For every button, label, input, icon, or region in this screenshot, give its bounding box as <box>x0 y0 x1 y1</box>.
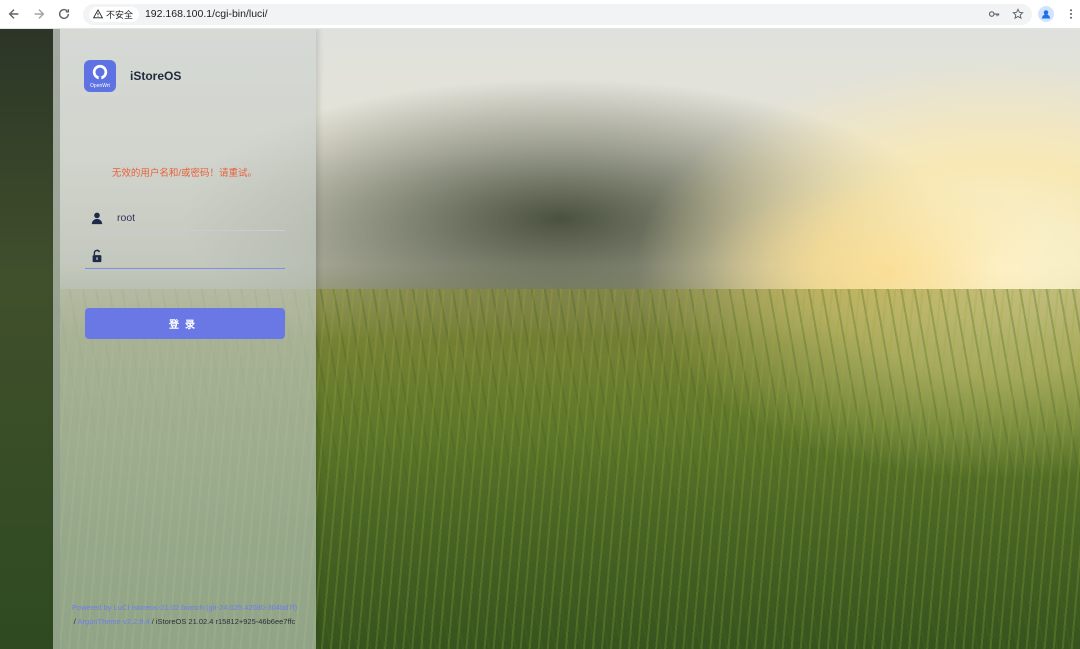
footer-version: / iStoreOS 21.02.4 r15812+925-46b6ee7ffc <box>149 617 296 626</box>
background-left-foliage <box>0 29 60 649</box>
arrow-right-icon <box>34 9 45 19</box>
security-indicator[interactable]: 不安全 <box>88 6 139 22</box>
user-icon <box>85 211 109 225</box>
profile-icon <box>1041 10 1051 19</box>
brand-name: iStoreOS <box>130 69 182 83</box>
back-button[interactable] <box>3 3 25 25</box>
reload-icon <box>58 8 70 20</box>
login-panel: OpenWrt iStoreOS 无效的用户名和/或密码！请重试。 登录 Pow… <box>53 29 316 649</box>
error-message: 无效的用户名和/或密码！请重试。 <box>111 168 258 179</box>
password-field <box>85 243 285 269</box>
url-text[interactable]: 192.168.100.1/cgi-bin/luci/ <box>145 8 268 20</box>
profile-button[interactable] <box>1038 6 1055 22</box>
brand: OpenWrt iStoreOS <box>84 60 181 92</box>
arrow-left-icon <box>8 9 19 19</box>
footer-theme-link[interactable]: ArgonTheme v2.2.9.4 <box>78 617 150 626</box>
browser-toolbar: 不安全 192.168.100.1/cgi-bin/luci/ <box>0 0 1080 29</box>
star-icon <box>1012 8 1024 20</box>
address-bar[interactable]: 不安全 192.168.100.1/cgi-bin/luci/ <box>82 3 1033 25</box>
footer-powered-by[interactable]: Powered by LuCI istoreos-21.02 branch (g… <box>53 601 316 615</box>
bookmark-button[interactable] <box>1008 4 1028 24</box>
brand-logo: OpenWrt <box>84 60 116 92</box>
logo-text: OpenWrt <box>90 82 110 89</box>
forward-button[interactable] <box>28 3 50 25</box>
footer-version-line: / ArgonTheme v2.2.9.4 / iStoreOS 21.02.4… <box>53 615 316 629</box>
username-field <box>85 205 285 231</box>
username-input[interactable] <box>115 210 284 225</box>
openwrt-logo-icon <box>92 64 108 80</box>
key-icon <box>988 11 1000 17</box>
reload-button[interactable] <box>53 3 75 25</box>
security-label: 不安全 <box>105 9 133 20</box>
password-manager-button[interactable] <box>984 4 1004 24</box>
password-input[interactable] <box>115 248 284 263</box>
lock-icon <box>85 249 109 263</box>
warning-icon <box>92 9 103 19</box>
login-button[interactable]: 登录 <box>85 308 285 339</box>
login-page: OpenWrt iStoreOS 无效的用户名和/或密码！请重试。 登录 Pow… <box>0 29 1080 649</box>
browser-menu-button[interactable] <box>1062 8 1080 20</box>
more-vert-icon <box>1069 9 1073 19</box>
footer: Powered by LuCI istoreos-21.02 branch (g… <box>53 601 316 629</box>
